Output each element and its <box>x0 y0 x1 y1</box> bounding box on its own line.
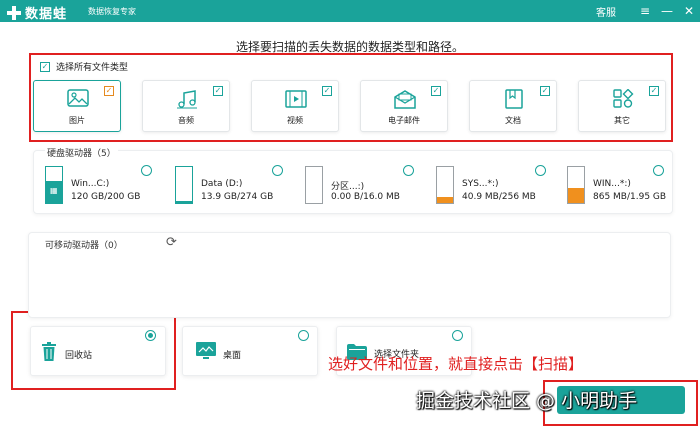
desktop-icon <box>196 342 216 359</box>
desktop-radio[interactable] <box>298 330 309 341</box>
file-type-image[interactable]: ✓ 图片 <box>33 80 121 132</box>
video-checkbox[interactable]: ✓ <box>322 86 332 96</box>
drive-name: SYS...*:) <box>462 179 499 189</box>
file-type-label: 电子邮件 <box>388 116 420 125</box>
drive-d-radio[interactable] <box>272 165 283 176</box>
drive-d-icon <box>175 166 193 204</box>
file-type-label: 视频 <box>287 116 303 125</box>
app-slogan: 数据恢复专家 <box>88 7 136 16</box>
other-icon <box>613 89 634 108</box>
document-checkbox[interactable]: ✓ <box>540 86 550 96</box>
drive-size: 13.9 GB/274 GB <box>201 192 274 202</box>
drive-partition-radio[interactable] <box>403 165 414 176</box>
file-type-email[interactable]: ✓ 电子邮件 <box>360 80 448 132</box>
select-all-file-types[interactable]: ✓ 选择所有文件类型 <box>40 60 128 73</box>
file-type-label: 其它 <box>614 116 630 125</box>
drive-win-icon <box>567 166 585 204</box>
menu-icon[interactable]: ≡ <box>634 0 656 22</box>
drive-size: 120 GB/200 GB <box>71 192 141 202</box>
audio-icon <box>177 90 197 109</box>
drive-partition-icon <box>305 166 323 204</box>
title-bar: 数据蛙 数据恢复专家 客服 ≡ — ✕ <box>0 0 700 22</box>
file-type-other[interactable]: ✓ 其它 <box>578 80 666 132</box>
drive-item[interactable]: Data (D:) 13.9 GB/274 GB <box>175 166 287 206</box>
file-type-video[interactable]: ✓ 视频 <box>251 80 339 132</box>
email-checkbox[interactable]: ✓ <box>431 86 441 96</box>
drive-size: 0.00 B/16.0 MB <box>331 192 400 202</box>
drive-name: Win...C:) <box>71 179 110 189</box>
drive-name: 分区...:) <box>331 182 365 192</box>
video-icon <box>285 90 307 108</box>
drive-item[interactable]: ▦ Win...C:) 120 GB/200 GB <box>45 166 157 206</box>
app-logo-mark <box>6 5 22 21</box>
email-icon <box>394 90 416 109</box>
drive-item[interactable]: SYS...*:) 40.9 MB/256 MB <box>436 166 548 206</box>
location-label: 回收站 <box>65 351 93 361</box>
hard-drives-title: 硬盘驱动器（5） <box>45 146 118 159</box>
select-all-label: 选择所有文件类型 <box>56 63 129 73</box>
drive-size: 865 MB/1.95 GB <box>593 192 667 202</box>
app-name: 数据蛙 <box>25 7 68 22</box>
drive-win-radio[interactable] <box>653 165 664 176</box>
file-type-document[interactable]: ✓ 文档 <box>469 80 557 132</box>
drive-name: WIN...*:) <box>593 179 631 189</box>
audio-checkbox[interactable]: ✓ <box>213 86 223 96</box>
drive-c-icon: ▦ <box>45 166 63 204</box>
close-icon[interactable]: ✕ <box>678 0 700 22</box>
app-logo: 数据蛙 <box>6 3 67 22</box>
watermark: 掘金技术社区 @ 小明助手 <box>416 390 638 412</box>
recycle-bin-radio[interactable] <box>145 330 156 341</box>
removable-drives-panel <box>28 232 671 318</box>
minimize-icon[interactable]: — <box>656 0 678 22</box>
recycle-bin-icon <box>42 342 56 361</box>
other-checkbox[interactable]: ✓ <box>649 86 659 96</box>
file-type-audio[interactable]: ✓ 音频 <box>142 80 230 132</box>
file-type-label: 音频 <box>178 116 194 125</box>
drive-sys-radio[interactable] <box>535 165 546 176</box>
drive-c-radio[interactable] <box>141 165 152 176</box>
customer-service-link[interactable]: 客服 <box>596 4 616 19</box>
instruction-annotation: 选好文件和位置，就直接点击【扫描】 <box>328 355 584 373</box>
removable-drives-title: 可移动驱动器（0） <box>45 241 123 251</box>
select-all-checkbox[interactable]: ✓ <box>40 61 50 72</box>
drive-size: 40.9 MB/256 MB <box>462 192 536 202</box>
refresh-icon[interactable]: ⟳ <box>166 235 177 250</box>
image-icon <box>67 89 89 107</box>
drive-item[interactable]: WIN...*:) 865 MB/1.95 GB <box>567 166 667 206</box>
file-type-label: 文档 <box>505 116 521 125</box>
file-type-label: 图片 <box>69 116 85 125</box>
drive-name: Data (D:) <box>201 179 243 189</box>
location-label: 桌面 <box>223 351 242 361</box>
document-icon <box>505 89 523 109</box>
drive-sys-icon <box>436 166 454 204</box>
image-checkbox[interactable]: ✓ <box>104 86 114 96</box>
choose-folder-radio[interactable] <box>452 330 463 341</box>
drive-item[interactable]: 分区...:) 0.00 B/16.0 MB <box>305 166 417 206</box>
